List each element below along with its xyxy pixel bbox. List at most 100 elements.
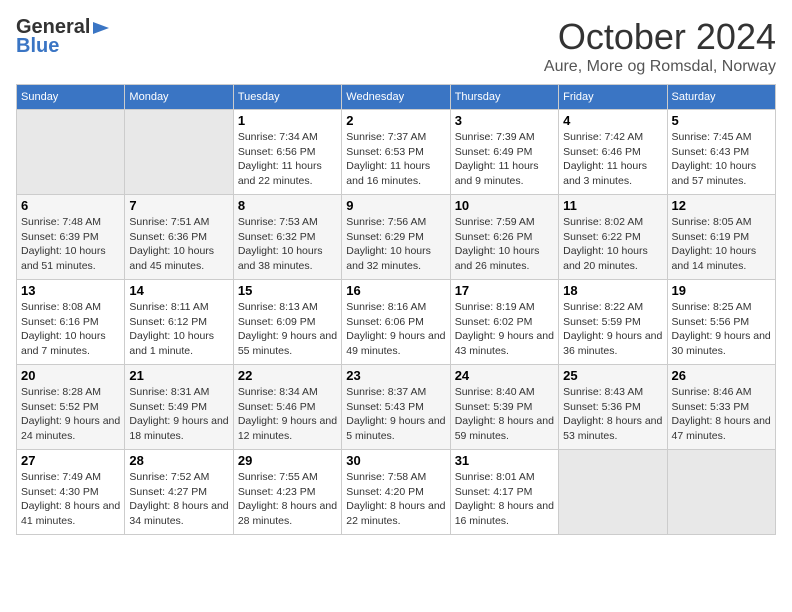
day-info: Sunrise: 8:46 AM Sunset: 5:33 PM Dayligh… bbox=[672, 385, 771, 444]
calendar-cell: 14 Sunrise: 8:11 AM Sunset: 6:12 PM Dayli… bbox=[125, 280, 233, 365]
day-number: 9 bbox=[346, 198, 445, 213]
logo-flag-icon bbox=[91, 20, 111, 36]
weekday-header-sunday: Sunday bbox=[17, 85, 125, 110]
title-area: October 2024 Aure, More og Romsdal, Norw… bbox=[544, 16, 776, 76]
day-info: Sunrise: 8:25 AM Sunset: 5:56 PM Dayligh… bbox=[672, 300, 771, 359]
day-number: 26 bbox=[672, 368, 771, 383]
calendar-cell: 1 Sunrise: 7:34 AM Sunset: 6:56 PM Daylig… bbox=[233, 110, 341, 195]
day-number: 12 bbox=[672, 198, 771, 213]
day-info: Sunrise: 8:13 AM Sunset: 6:09 PM Dayligh… bbox=[238, 300, 337, 359]
calendar-cell bbox=[559, 450, 667, 535]
calendar-cell: 18 Sunrise: 8:22 AM Sunset: 5:59 PM Dayli… bbox=[559, 280, 667, 365]
day-number: 16 bbox=[346, 283, 445, 298]
day-info: Sunrise: 8:34 AM Sunset: 5:46 PM Dayligh… bbox=[238, 385, 337, 444]
day-info: Sunrise: 7:49 AM Sunset: 4:30 PM Dayligh… bbox=[21, 470, 120, 529]
day-info: Sunrise: 7:59 AM Sunset: 6:26 PM Dayligh… bbox=[455, 215, 554, 274]
day-number: 24 bbox=[455, 368, 554, 383]
day-info: Sunrise: 8:11 AM Sunset: 6:12 PM Dayligh… bbox=[129, 300, 228, 359]
calendar-cell: 9 Sunrise: 7:56 AM Sunset: 6:29 PM Daylig… bbox=[342, 195, 450, 280]
calendar-cell bbox=[125, 110, 233, 195]
calendar-cell: 12 Sunrise: 8:05 AM Sunset: 6:19 PM Dayli… bbox=[667, 195, 775, 280]
day-number: 2 bbox=[346, 113, 445, 128]
calendar-cell: 7 Sunrise: 7:51 AM Sunset: 6:36 PM Daylig… bbox=[125, 195, 233, 280]
day-number: 18 bbox=[563, 283, 662, 298]
day-number: 1 bbox=[238, 113, 337, 128]
day-info: Sunrise: 7:34 AM Sunset: 6:56 PM Dayligh… bbox=[238, 130, 337, 189]
day-info: Sunrise: 7:42 AM Sunset: 6:46 PM Dayligh… bbox=[563, 130, 662, 189]
logo: General Blue bbox=[16, 16, 112, 58]
day-info: Sunrise: 7:53 AM Sunset: 6:32 PM Dayligh… bbox=[238, 215, 337, 274]
calendar-cell: 22 Sunrise: 8:34 AM Sunset: 5:46 PM Dayli… bbox=[233, 365, 341, 450]
calendar-cell: 11 Sunrise: 8:02 AM Sunset: 6:22 PM Dayli… bbox=[559, 195, 667, 280]
day-number: 30 bbox=[346, 453, 445, 468]
weekday-header-saturday: Saturday bbox=[667, 85, 775, 110]
day-info: Sunrise: 8:01 AM Sunset: 4:17 PM Dayligh… bbox=[455, 470, 554, 529]
day-info: Sunrise: 7:58 AM Sunset: 4:20 PM Dayligh… bbox=[346, 470, 445, 529]
day-number: 19 bbox=[672, 283, 771, 298]
day-info: Sunrise: 8:37 AM Sunset: 5:43 PM Dayligh… bbox=[346, 385, 445, 444]
calendar-cell: 17 Sunrise: 8:19 AM Sunset: 6:02 PM Dayli… bbox=[450, 280, 558, 365]
day-number: 25 bbox=[563, 368, 662, 383]
day-number: 15 bbox=[238, 283, 337, 298]
calendar-cell: 20 Sunrise: 8:28 AM Sunset: 5:52 PM Dayli… bbox=[17, 365, 125, 450]
calendar-cell: 6 Sunrise: 7:48 AM Sunset: 6:39 PM Daylig… bbox=[17, 195, 125, 280]
calendar-cell: 30 Sunrise: 7:58 AM Sunset: 4:20 PM Dayli… bbox=[342, 450, 450, 535]
day-number: 13 bbox=[21, 283, 120, 298]
calendar-cell: 5Sunrise: 7:45 AM Sunset: 6:43 PM Daylig… bbox=[667, 110, 775, 195]
calendar-cell: 24 Sunrise: 8:40 AM Sunset: 5:39 PM Dayli… bbox=[450, 365, 558, 450]
weekday-header-tuesday: Tuesday bbox=[233, 85, 341, 110]
day-number: 20 bbox=[21, 368, 120, 383]
day-info: Sunrise: 8:31 AM Sunset: 5:49 PM Dayligh… bbox=[129, 385, 228, 444]
month-title: October 2024 bbox=[544, 16, 776, 58]
day-number: 11 bbox=[563, 198, 662, 213]
calendar: SundayMondayTuesdayWednesdayThursdayFrid… bbox=[16, 84, 776, 535]
day-info: Sunrise: 8:43 AM Sunset: 5:36 PM Dayligh… bbox=[563, 385, 662, 444]
calendar-cell bbox=[17, 110, 125, 195]
calendar-cell: 3 Sunrise: 7:39 AM Sunset: 6:49 PM Daylig… bbox=[450, 110, 558, 195]
day-number: 4 bbox=[563, 113, 662, 128]
day-info: Sunrise: 7:37 AM Sunset: 6:53 PM Dayligh… bbox=[346, 130, 445, 189]
day-number: 23 bbox=[346, 368, 445, 383]
calendar-cell: 10Sunrise: 7:59 AM Sunset: 6:26 PM Dayli… bbox=[450, 195, 558, 280]
day-number: 3 bbox=[455, 113, 554, 128]
day-info: Sunrise: 7:39 AM Sunset: 6:49 PM Dayligh… bbox=[455, 130, 554, 189]
calendar-cell: 13Sunrise: 8:08 AM Sunset: 6:16 PM Dayli… bbox=[17, 280, 125, 365]
day-info: Sunrise: 7:51 AM Sunset: 6:36 PM Dayligh… bbox=[129, 215, 228, 274]
day-info: Sunrise: 8:19 AM Sunset: 6:02 PM Dayligh… bbox=[455, 300, 554, 359]
day-number: 7 bbox=[129, 198, 228, 213]
day-number: 8 bbox=[238, 198, 337, 213]
day-number: 17 bbox=[455, 283, 554, 298]
day-info: Sunrise: 8:02 AM Sunset: 6:22 PM Dayligh… bbox=[563, 215, 662, 274]
calendar-cell: 2 Sunrise: 7:37 AM Sunset: 6:53 PM Daylig… bbox=[342, 110, 450, 195]
location-title: Aure, More og Romsdal, Norway bbox=[544, 58, 776, 76]
day-info: Sunrise: 8:05 AM Sunset: 6:19 PM Dayligh… bbox=[672, 215, 771, 274]
day-number: 14 bbox=[129, 283, 228, 298]
day-number: 31 bbox=[455, 453, 554, 468]
day-number: 6 bbox=[21, 198, 120, 213]
calendar-cell: 27Sunrise: 7:49 AM Sunset: 4:30 PM Dayli… bbox=[17, 450, 125, 535]
day-info: Sunrise: 7:56 AM Sunset: 6:29 PM Dayligh… bbox=[346, 215, 445, 274]
calendar-cell bbox=[667, 450, 775, 535]
calendar-cell: 26 Sunrise: 8:46 AM Sunset: 5:33 PM Dayli… bbox=[667, 365, 775, 450]
calendar-cell: 16 Sunrise: 8:16 AM Sunset: 6:06 PM Dayli… bbox=[342, 280, 450, 365]
weekday-header-thursday: Thursday bbox=[450, 85, 558, 110]
day-number: 29 bbox=[238, 453, 337, 468]
calendar-cell: 19 Sunrise: 8:25 AM Sunset: 5:56 PM Dayli… bbox=[667, 280, 775, 365]
day-info: Sunrise: 8:28 AM Sunset: 5:52 PM Dayligh… bbox=[21, 385, 120, 444]
day-info: Sunrise: 8:40 AM Sunset: 5:39 PM Dayligh… bbox=[455, 385, 554, 444]
day-number: 5 bbox=[672, 113, 771, 128]
day-info: Sunrise: 7:55 AM Sunset: 4:23 PM Dayligh… bbox=[238, 470, 337, 529]
day-number: 22 bbox=[238, 368, 337, 383]
calendar-cell: 15 Sunrise: 8:13 AM Sunset: 6:09 PM Dayli… bbox=[233, 280, 341, 365]
weekday-header-wednesday: Wednesday bbox=[342, 85, 450, 110]
calendar-cell: 21 Sunrise: 8:31 AM Sunset: 5:49 PM Dayli… bbox=[125, 365, 233, 450]
day-info: Sunrise: 7:48 AM Sunset: 6:39 PM Dayligh… bbox=[21, 215, 120, 274]
calendar-cell: 23 Sunrise: 8:37 AM Sunset: 5:43 PM Dayli… bbox=[342, 365, 450, 450]
day-info: Sunrise: 7:52 AM Sunset: 4:27 PM Dayligh… bbox=[129, 470, 228, 529]
logo-blue: Blue bbox=[16, 35, 59, 58]
day-info: Sunrise: 8:16 AM Sunset: 6:06 PM Dayligh… bbox=[346, 300, 445, 359]
day-info: Sunrise: 8:22 AM Sunset: 5:59 PM Dayligh… bbox=[563, 300, 662, 359]
calendar-cell: 31 Sunrise: 8:01 AM Sunset: 4:17 PM Dayli… bbox=[450, 450, 558, 535]
day-number: 21 bbox=[129, 368, 228, 383]
calendar-cell: 4 Sunrise: 7:42 AM Sunset: 6:46 PM Daylig… bbox=[559, 110, 667, 195]
